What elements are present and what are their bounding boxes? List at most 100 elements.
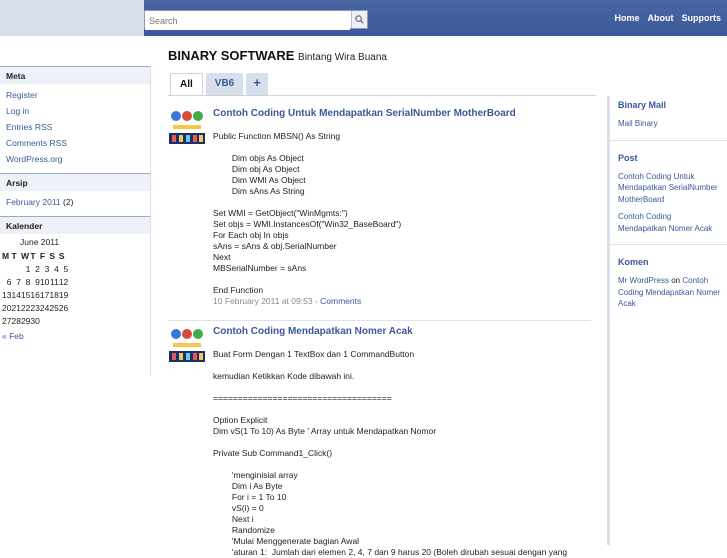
calendar: June 2011 M T W T F S S 1 2 3 4 5 6 7 8 … xyxy=(0,234,150,345)
post-thumbnail-icon xyxy=(169,111,205,144)
tab-divider xyxy=(168,95,596,96)
nav-supports[interactable]: Supports xyxy=(682,13,722,23)
post-separator xyxy=(168,320,591,321)
top-nav: Home About Supports xyxy=(614,13,721,23)
calendar-day: 5 xyxy=(63,264,69,274)
calendar-day-header: F xyxy=(39,251,46,261)
arsip-widget: Arsip February 2011 (2) xyxy=(0,173,150,216)
komen-widget: Komen Mr WordPress on Contoh Coding Mend… xyxy=(610,253,727,320)
recent-post-link[interactable]: Contoh Coding Mendapatkan Nomer Acak xyxy=(618,212,712,233)
calendar-day: 30 xyxy=(30,316,40,326)
calendar-day-header: T xyxy=(11,251,17,261)
calendar-day: 9 xyxy=(35,277,40,287)
calendar-day: 20 xyxy=(2,303,12,313)
calendar-day: 15 xyxy=(20,290,31,300)
calendar-day: 2 xyxy=(35,264,40,274)
meta-widget: Meta Register Log in Entries RSS Comment… xyxy=(0,66,150,173)
recent-post-link[interactable]: Contoh Coding Untuk Mendapatkan SerialNu… xyxy=(618,172,718,204)
tab-add[interactable]: + xyxy=(246,73,268,95)
calendar-day: 3 xyxy=(44,264,50,274)
calendar-day xyxy=(59,315,68,328)
mail-binary-link[interactable]: Mail Binary xyxy=(618,119,658,128)
calendar-day: 4 xyxy=(54,264,59,274)
calendar-day-header: M xyxy=(2,251,10,261)
site-title[interactable]: BINARY SOFTWARE xyxy=(168,48,294,63)
calendar-day: 1 xyxy=(25,264,31,274)
archive-count: (2) xyxy=(63,197,74,207)
comments-link[interactable]: Comments xyxy=(320,296,361,306)
meta-heading: Meta xyxy=(0,66,150,84)
kalender-heading: Kalender xyxy=(0,216,150,234)
post-2: Contoh Coding Mendapatkan Nomer Acak Bua… xyxy=(168,326,593,557)
right-sidebar: Binary Mail Mail Binary Post Contoh Codi… xyxy=(607,96,727,545)
search-button[interactable] xyxy=(351,11,367,28)
calendar-day xyxy=(11,263,20,276)
calendar-day-header: S xyxy=(58,251,65,261)
calendar-day: 23 xyxy=(30,303,40,313)
calendar-day: 18 xyxy=(49,290,59,300)
post-title[interactable]: Contoh Coding Mendapatkan Nomer Acak xyxy=(213,326,413,337)
calendar-day: 16 xyxy=(30,290,40,300)
calendar-prev-link[interactable]: « Feb xyxy=(2,331,24,341)
calendar-day xyxy=(40,315,49,328)
calendar-day: 25 xyxy=(49,303,59,313)
comment-author-link[interactable]: Mr WordPress xyxy=(618,276,669,285)
comment-on-text: on xyxy=(671,276,681,285)
site-header: BINARY SOFTWARE Bintang Wira Buana xyxy=(168,48,387,63)
post-thumbnail-icon xyxy=(169,329,205,362)
archive-link[interactable]: February 2011 xyxy=(6,197,61,207)
calendar-day: 6 xyxy=(6,277,12,287)
tab-vb6[interactable]: VB6 xyxy=(205,73,244,95)
calendar-day: 11 xyxy=(49,277,59,287)
calendar-day: 19 xyxy=(58,290,69,300)
calendar-day-header: T xyxy=(30,251,36,261)
calendar-table: M T W T F S S 1 2 3 4 5 6 7 8 9 10 11 12… xyxy=(2,249,68,328)
search-box xyxy=(144,10,368,30)
post-date: 10 February 2011 at 09:53 xyxy=(213,296,313,306)
entries-rss-link[interactable]: Entries RSS xyxy=(6,122,52,132)
calendar-day: 24 xyxy=(39,303,50,313)
left-sidebar: Meta Register Log in Entries RSS Comment… xyxy=(0,66,151,376)
calendar-day: 7 xyxy=(16,277,21,287)
top-bar: Home About Supports xyxy=(0,0,727,36)
search-input[interactable] xyxy=(145,12,350,30)
post-heading: Post xyxy=(618,152,638,163)
post-title[interactable]: Contoh Coding Untuk Mendapatkan SerialNu… xyxy=(213,108,516,119)
register-link[interactable]: Register xyxy=(6,90,38,100)
binary-mail-widget: Binary Mail Mail Binary xyxy=(610,96,727,141)
calendar-day: 10 xyxy=(39,277,50,287)
kalender-widget: Kalender June 2011 M T W T F S S 1 2 3 4… xyxy=(0,216,150,345)
komen-heading: Komen xyxy=(618,257,649,267)
nav-home[interactable]: Home xyxy=(614,13,639,23)
calendar-day: 22 xyxy=(20,303,31,313)
calendar-day: 28 xyxy=(11,316,21,326)
post-body: Public Function MBSN() As String Dim obj… xyxy=(213,131,402,295)
search-icon xyxy=(355,15,364,24)
binary-mail-heading: Binary Mail xyxy=(618,100,667,110)
calendar-caption: June 2011 xyxy=(20,237,60,247)
calendar-day: 27 xyxy=(2,316,12,326)
arsip-heading: Arsip xyxy=(0,173,150,191)
calendar-day: 13 xyxy=(2,290,12,300)
calendar-day xyxy=(2,263,11,276)
wordpress-org-link[interactable]: WordPress.org xyxy=(6,154,63,164)
top-bar-left-pad xyxy=(0,0,144,36)
calendar-day-header: S xyxy=(49,251,56,261)
calendar-day: 29 xyxy=(20,316,31,326)
calendar-day xyxy=(49,315,58,328)
post-widget: Post Contoh Coding Untuk Mendapatkan Ser… xyxy=(610,149,727,245)
post-1: Contoh Coding Untuk Mendapatkan SerialNu… xyxy=(168,108,593,313)
site-tagline: Bintang Wira Buana xyxy=(298,52,387,63)
nav-about[interactable]: About xyxy=(648,13,674,23)
calendar-day: 14 xyxy=(11,290,21,300)
comments-rss-link[interactable]: Comments RSS xyxy=(6,138,67,148)
calendar-day: 8 xyxy=(25,277,31,287)
login-link[interactable]: Log in xyxy=(6,106,29,116)
calendar-day: 21 xyxy=(11,303,21,313)
tab-bar: All VB6 + xyxy=(170,73,268,95)
calendar-day: 26 xyxy=(58,303,69,313)
calendar-day-header: W xyxy=(20,251,29,261)
tab-all[interactable]: All xyxy=(170,73,203,95)
calendar-day: 17 xyxy=(39,290,50,300)
post-body: Buat Form Dengan 1 TextBox dan 1 Command… xyxy=(213,349,568,557)
